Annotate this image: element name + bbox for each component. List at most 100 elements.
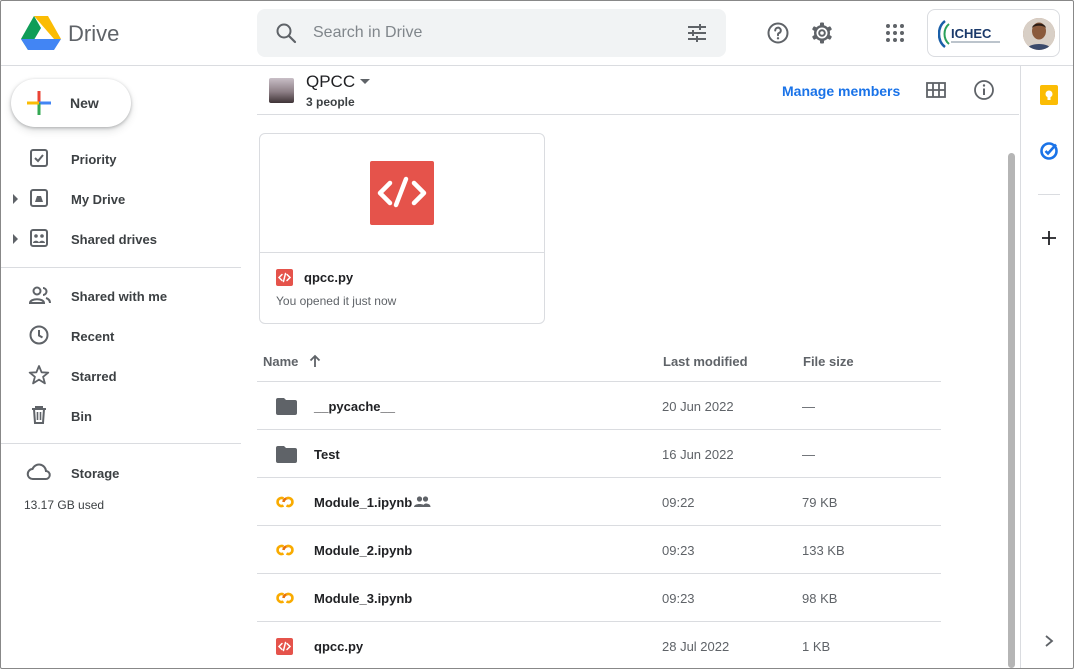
column-header-file-size[interactable]: File size <box>803 354 854 369</box>
avatar-image <box>1023 18 1055 50</box>
sidebar-item-label: Shared with me <box>71 289 168 304</box>
keep-icon[interactable] <box>1039 85 1059 105</box>
help-icon[interactable] <box>766 21 790 45</box>
expand-arrow-icon[interactable] <box>13 234 18 244</box>
suggested-file-card[interactable]: qpcc.py You opened it just now <box>259 133 545 324</box>
folder-icon <box>276 446 297 463</box>
main-content: QPCC 3 people Manage members qpcc.py You… <box>257 66 1019 668</box>
table-row[interactable]: Module_2.ipynb 09:23 133 KB <box>257 526 941 574</box>
scrollbar-thumb[interactable] <box>1008 153 1015 668</box>
file-size: — <box>802 399 815 414</box>
side-panel-divider <box>1038 194 1060 195</box>
bin-icon <box>32 406 46 424</box>
sidebar-item-priority[interactable]: Priority <box>1 139 241 179</box>
file-size: — <box>802 447 815 462</box>
new-button-label: New <box>70 95 99 111</box>
account-switcher[interactable]: ICHEC <box>927 9 1060 57</box>
file-preview <box>260 134 544 253</box>
shared-drive-header: QPCC 3 people Manage members <box>257 66 1019 115</box>
file-size: 1 KB <box>802 639 831 654</box>
manage-members-button[interactable]: Manage members <box>782 83 900 99</box>
table-row[interactable]: __pycache__ 20 Jun 2022 — <box>257 382 941 430</box>
info-icon[interactable] <box>973 79 995 101</box>
code-file-icon <box>276 269 293 286</box>
chevron-right-icon[interactable] <box>1043 634 1055 648</box>
star-icon <box>28 365 50 385</box>
table-row[interactable]: qpcc.py 28 Jul 2022 1 KB <box>257 622 941 668</box>
table-row[interactable]: Test 16 Jun 2022 — <box>257 430 941 478</box>
sidebar-item-label: Priority <box>71 152 117 167</box>
last-modified: 09:22 <box>662 495 695 510</box>
search-options-icon[interactable] <box>685 23 709 43</box>
search-input[interactable]: Search in Drive <box>313 24 422 42</box>
sidebar-item-label: Shared drives <box>71 232 157 247</box>
column-header-last-modified[interactable]: Last modified <box>663 354 748 369</box>
sidebar-item-label: Storage <box>71 466 120 481</box>
sidebar-item-recent[interactable]: Recent <box>1 316 241 356</box>
shared-people-icon <box>414 496 431 507</box>
file-name: Test <box>314 447 340 462</box>
last-modified: 20 Jun 2022 <box>662 399 734 414</box>
sidebar-item-bin[interactable]: Bin <box>1 396 241 436</box>
sidebar-item-label: Starred <box>71 369 117 384</box>
member-count[interactable]: 3 people <box>306 95 355 109</box>
file-name: Module_3.ipynb <box>314 591 413 606</box>
search-icon[interactable] <box>274 21 298 45</box>
settings-icon[interactable] <box>810 21 834 45</box>
add-addon-icon[interactable] <box>1041 230 1057 246</box>
last-modified: 09:23 <box>662 591 695 606</box>
priority-icon <box>30 149 48 167</box>
storage-used-text: 13.17 GB used <box>24 498 105 512</box>
shared-with-me-icon <box>28 286 51 304</box>
file-name: __pycache__ <box>314 399 395 414</box>
file-size: 133 KB <box>802 543 845 558</box>
new-button[interactable]: New <box>11 79 131 127</box>
file-size: 79 KB <box>802 495 838 510</box>
file-size: 98 KB <box>802 591 838 606</box>
column-header-name[interactable]: Name <box>263 354 298 369</box>
colab-icon <box>276 544 294 556</box>
sidebar-item-label: Bin <box>71 409 92 424</box>
file-name: Module_1.ipynb <box>314 495 413 510</box>
apps-grid-icon[interactable] <box>883 21 907 45</box>
expand-arrow-icon[interactable] <box>13 194 18 204</box>
sidebar-item-shared-with-me[interactable]: Shared with me <box>1 276 241 316</box>
table-row[interactable]: Module_1.ipynb 09:22 79 KB <box>257 478 941 526</box>
drive-logo-icon[interactable] <box>21 15 61 51</box>
sidebar-item-storage[interactable]: Storage <box>1 453 241 493</box>
tasks-icon[interactable] <box>1039 140 1059 160</box>
sidebar-item-starred[interactable]: Starred <box>1 356 241 396</box>
shared-drive-name[interactable]: QPCC <box>306 72 355 92</box>
folder-icon <box>276 398 297 415</box>
code-file-icon <box>276 638 293 655</box>
ichec-logo-text: ICHEC <box>951 26 992 41</box>
chevron-down-icon[interactable] <box>360 79 370 84</box>
sidebar-item-shared-drives[interactable]: Shared drives <box>1 219 241 259</box>
plus-icon <box>27 91 51 115</box>
shared-drives-icon <box>30 229 48 247</box>
brand-name[interactable]: Drive <box>68 21 119 47</box>
drive-window: Drive Search in Drive ICHEC New Priority… <box>0 0 1074 669</box>
sort-arrow-up-icon[interactable] <box>308 354 322 368</box>
sidebar: New Priority My Drive Shared drives Shar… <box>1 66 241 668</box>
sidebar-divider <box>1 267 241 268</box>
colab-icon <box>276 592 294 604</box>
last-modified: 09:23 <box>662 543 695 558</box>
grid-view-icon[interactable] <box>925 80 947 100</box>
ichec-logo: ICHEC <box>938 20 1000 48</box>
shared-drive-thumbnail <box>269 78 294 103</box>
avatar[interactable] <box>1023 18 1055 50</box>
code-file-preview-icon <box>370 161 434 225</box>
table-row[interactable]: Module_3.ipynb 09:23 98 KB <box>257 574 941 622</box>
scrollbar[interactable] <box>1003 115 1019 668</box>
top-bar: Drive Search in Drive ICHEC <box>1 1 1073 66</box>
sidebar-item-label: Recent <box>71 329 115 344</box>
search-bar[interactable]: Search in Drive <box>257 9 726 57</box>
sidebar-item-my-drive[interactable]: My Drive <box>1 179 241 219</box>
side-panel <box>1020 66 1073 668</box>
last-modified: 16 Jun 2022 <box>662 447 734 462</box>
file-name: Module_2.ipynb <box>314 543 413 558</box>
sidebar-item-label: My Drive <box>71 192 126 207</box>
file-name: qpcc.py <box>314 639 364 654</box>
my-drive-icon <box>30 189 48 207</box>
